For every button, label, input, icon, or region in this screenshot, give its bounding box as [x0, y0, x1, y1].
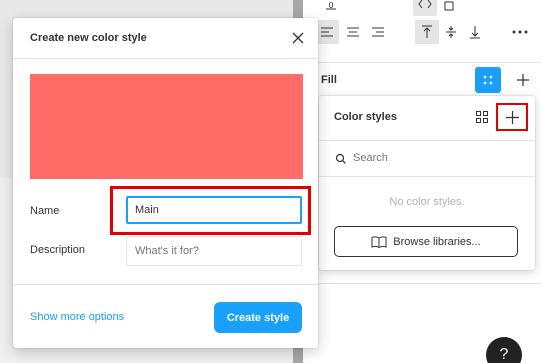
- grid-icon: [483, 75, 493, 85]
- color-styles-popover: Color styles No color styles. Browse lib…: [319, 96, 535, 270]
- dialog-title: Create new color style: [30, 32, 147, 44]
- style-grid-button[interactable]: [475, 67, 501, 93]
- help-label: ?: [499, 346, 509, 363]
- type-details-icon[interactable]: [437, 0, 461, 18]
- toolbar-row-top: 0: [303, 0, 541, 20]
- more-icon[interactable]: [508, 20, 532, 44]
- browse-libraries-label: Browse libraries...: [393, 235, 481, 248]
- svg-text:0: 0: [328, 1, 333, 10]
- align-top-icon[interactable]: [415, 20, 439, 44]
- create-style-button[interactable]: Create style: [214, 302, 302, 333]
- popover-divider: [319, 140, 535, 141]
- line-height-icon[interactable]: 0: [319, 0, 343, 18]
- grid-view-icon[interactable]: [473, 108, 491, 126]
- name-label: Name: [30, 205, 60, 217]
- popover-title: Color styles: [334, 111, 397, 123]
- dialog-divider: [13, 58, 318, 59]
- close-icon: [292, 32, 304, 44]
- popover-divider-2: [319, 176, 535, 177]
- book-icon: [371, 236, 387, 248]
- color-swatch-preview: [30, 74, 303, 179]
- close-button[interactable]: [287, 27, 309, 49]
- description-label: Description: [30, 244, 86, 256]
- align-middle-icon[interactable]: [439, 20, 463, 44]
- align-left-icon[interactable]: [315, 20, 339, 44]
- add-color-style-button[interactable]: [496, 103, 528, 131]
- fill-section-title: Fill: [321, 74, 337, 86]
- section-divider: [303, 62, 541, 63]
- alignment-row: [303, 18, 541, 46]
- browse-libraries-button[interactable]: Browse libraries...: [334, 226, 518, 257]
- align-right-icon[interactable]: [366, 20, 390, 44]
- add-fill-button[interactable]: [511, 68, 535, 92]
- search-input[interactable]: [353, 152, 513, 164]
- dialog-footer-divider: [13, 284, 318, 285]
- empty-state-text: No color styles.: [389, 196, 465, 208]
- align-center-icon[interactable]: [341, 20, 365, 44]
- plus-icon: [517, 74, 529, 86]
- align-bottom-icon[interactable]: [463, 20, 487, 44]
- description-field[interactable]: [126, 236, 302, 266]
- show-more-options-link[interactable]: Show more options: [30, 311, 124, 323]
- plus-icon: [505, 110, 519, 124]
- name-field[interactable]: [126, 196, 302, 224]
- create-color-style-dialog: Create new color style Name Description …: [13, 18, 318, 348]
- letter-spacing-icon[interactable]: [413, 0, 437, 16]
- search-icon: [335, 153, 346, 164]
- section-divider-bottom: [303, 283, 541, 284]
